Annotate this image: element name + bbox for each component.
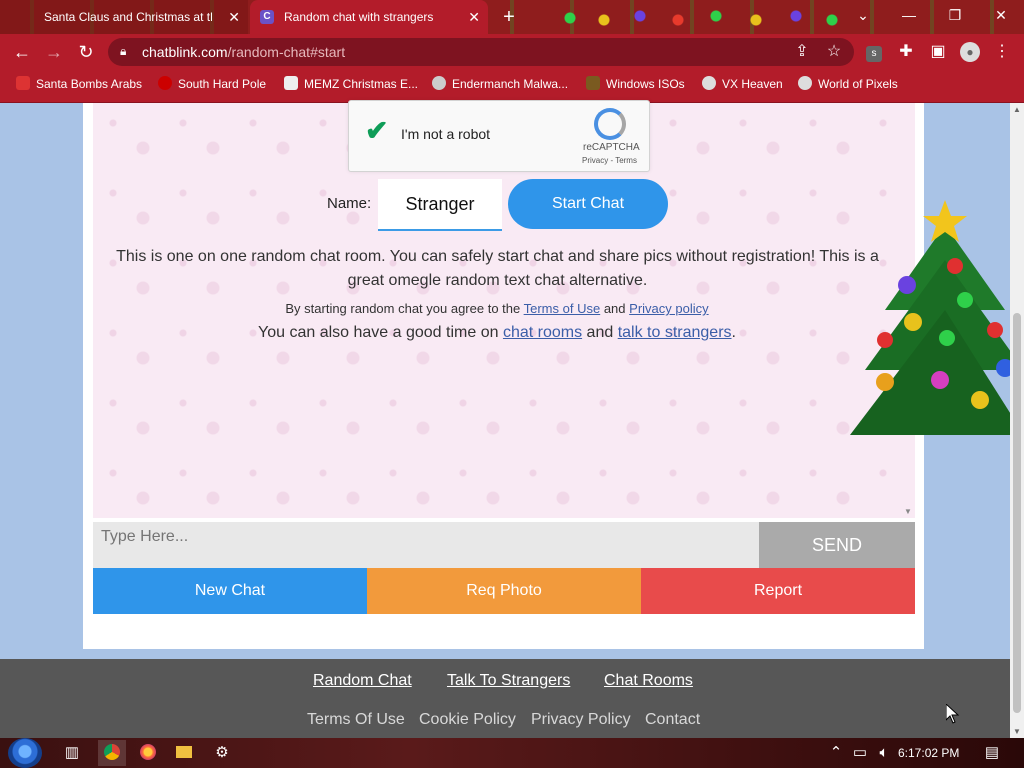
url-host: chatblink.com — [142, 44, 228, 60]
scroll-down-icon[interactable]: ▼ — [904, 507, 912, 516]
privacy-policy-link[interactable]: Privacy policy — [629, 301, 708, 316]
recaptcha-logo-icon — [594, 108, 626, 140]
checkmark-icon[interactable]: ✔ — [365, 114, 388, 147]
bookmark-windows-isos[interactable]: Windows ISOs — [586, 70, 685, 102]
bookmark-label: VX Heaven — [722, 77, 783, 91]
url-text: chatblink.com/random-chat#start — [142, 38, 345, 66]
close-icon[interactable]: ✕ — [228, 0, 240, 34]
footer-link-contact[interactable]: Contact — [645, 711, 700, 729]
recaptcha-label: I'm not a robot — [401, 126, 491, 142]
bookmark-label: World of Pixels — [818, 77, 898, 91]
start-button[interactable] — [8, 738, 42, 768]
terms-of-use-link[interactable]: Terms of Use — [524, 301, 601, 316]
agreement-prefix: By starting random chat you agree to the — [285, 301, 521, 316]
volume-icon[interactable]: 🔈︎ — [870, 740, 898, 766]
back-icon[interactable]: ← — [10, 40, 34, 64]
skull-icon — [432, 76, 446, 90]
share-icon[interactable]: ⇪ — [790, 40, 814, 64]
footer-link-terms-of-use[interactable]: Terms Of Use — [307, 711, 405, 729]
name-input[interactable] — [378, 179, 502, 231]
also-and: and — [586, 324, 614, 341]
footer-link-privacy-policy[interactable]: Privacy Policy — [531, 711, 631, 729]
side-panel-icon[interactable]: ▣ — [926, 40, 950, 64]
footer-link-cookie-policy[interactable]: Cookie Policy — [419, 711, 516, 729]
profile-avatar-icon[interactable]: ● — [958, 40, 982, 64]
bomb-icon — [16, 76, 30, 90]
bookmark-label: Endermanch Malwa... — [452, 77, 569, 91]
reload-icon[interactable]: ↻ — [74, 40, 98, 64]
bookmark-label: MEMZ Christmas E... — [304, 77, 419, 91]
christmas-lights-decoration — [560, 0, 850, 34]
talk-to-strangers-link[interactable]: talk to strangers — [618, 324, 732, 341]
star-icon[interactable]: ☆ — [822, 40, 846, 64]
name-label: Name: — [327, 195, 372, 212]
bookmark-memz-christmas[interactable]: MEMZ Christmas E... — [284, 70, 418, 102]
bookmark-vx-heaven[interactable]: VX Heaven — [702, 70, 783, 102]
minimize-button[interactable]: — — [886, 0, 932, 30]
url-path: /random-chat#start — [227, 44, 346, 60]
chat-rooms-link[interactable]: chat rooms — [503, 324, 582, 341]
start-chat-button[interactable]: Start Chat — [508, 179, 668, 229]
person-icon — [586, 76, 600, 90]
christmas-tree-decoration — [850, 200, 1024, 435]
also-suffix: . — [731, 324, 736, 341]
close-icon[interactable]: ✕ — [468, 0, 480, 34]
lock-icon[interactable]: 🔒︎ — [120, 44, 126, 59]
bookmark-south-hard-pole[interactable]: South Hard Pole — [158, 70, 266, 102]
footer-link-random-chat[interactable]: Random Chat — [313, 672, 412, 690]
close-window-button[interactable]: ✕ — [978, 0, 1024, 30]
chatblink-favicon: C — [260, 10, 274, 24]
mouse-cursor-icon — [946, 704, 960, 724]
settings-gear-icon[interactable]: ⚙ — [208, 740, 236, 766]
tab-santa-claus[interactable]: Santa Claus and Christmas at the ✕ — [0, 0, 248, 34]
restore-button[interactable]: ❐ — [932, 0, 978, 30]
page-scrollbar[interactable]: ▲ ▼ — [1010, 103, 1024, 738]
page-icon — [284, 76, 298, 90]
globe-icon — [798, 76, 812, 90]
bookmark-label: Windows ISOs — [606, 77, 685, 91]
recaptcha-brand: reCAPTCHA — [583, 142, 640, 153]
firefox-taskbar-icon[interactable] — [134, 740, 162, 766]
agreement-and: and — [603, 301, 626, 316]
report-button[interactable]: Report — [641, 568, 915, 614]
extensions-puzzle-icon[interactable]: ✚ — [894, 40, 918, 64]
req-photo-button[interactable]: Req Photo — [367, 568, 641, 614]
file-explorer-icon[interactable] — [170, 740, 198, 766]
bookmark-endermanch-malware[interactable]: Endermanch Malwa... — [432, 70, 568, 102]
chrome-taskbar-icon[interactable] — [98, 740, 126, 766]
bookmark-world-of-pixels[interactable]: World of Pixels — [798, 70, 898, 102]
taskbar-clock[interactable]: 6:17:02 PM — [898, 746, 959, 760]
tab-title: Random chat with strangers — [284, 10, 434, 24]
bookmark-label: South Hard Pole — [178, 77, 267, 91]
task-view-icon[interactable]: ▥ — [58, 740, 86, 766]
tab-search-icon[interactable]: ⌄ — [840, 0, 886, 30]
new-tab-button[interactable]: + — [498, 0, 520, 34]
footer-link-chat-rooms[interactable]: Chat Rooms — [604, 672, 693, 690]
recaptcha-privacy-terms[interactable]: Privacy - Terms — [582, 156, 637, 165]
snowflake-icon — [158, 76, 172, 90]
tab-random-chat[interactable]: C Random chat with strangers ✕ — [250, 0, 488, 34]
vx-icon — [702, 76, 716, 90]
notifications-icon[interactable]: ▤ — [978, 740, 1006, 766]
intro-description: This is one on one random chat room. You… — [116, 248, 879, 289]
extension-s-icon[interactable]: s — [862, 40, 886, 64]
footer-link-talk-to-strangers[interactable]: Talk To Strangers — [447, 672, 570, 690]
forward-icon[interactable]: → — [42, 40, 66, 64]
message-input[interactable] — [93, 522, 759, 568]
scroll-up-icon[interactable]: ▲ — [1013, 105, 1021, 114]
scroll-down-icon[interactable]: ▼ — [1013, 727, 1021, 736]
menu-kebab-icon[interactable]: ⋮ — [990, 40, 1014, 64]
send-button[interactable]: SEND — [759, 522, 915, 568]
scrollbar-thumb[interactable] — [1013, 313, 1021, 713]
new-chat-button[interactable]: New Chat — [93, 568, 367, 614]
also-prefix: You can also have a good time on — [258, 324, 499, 341]
bookmark-label: Santa Bombs Arabs — [36, 77, 143, 91]
bookmark-santa-bombs-arabs[interactable]: Santa Bombs Arabs — [16, 70, 142, 102]
tab-title: Santa Claus and Christmas at the — [44, 10, 212, 24]
also-have-text: You can also have a good time on chat ro… — [93, 324, 901, 342]
agreement-text: By starting random chat you agree to the… — [93, 301, 901, 316]
